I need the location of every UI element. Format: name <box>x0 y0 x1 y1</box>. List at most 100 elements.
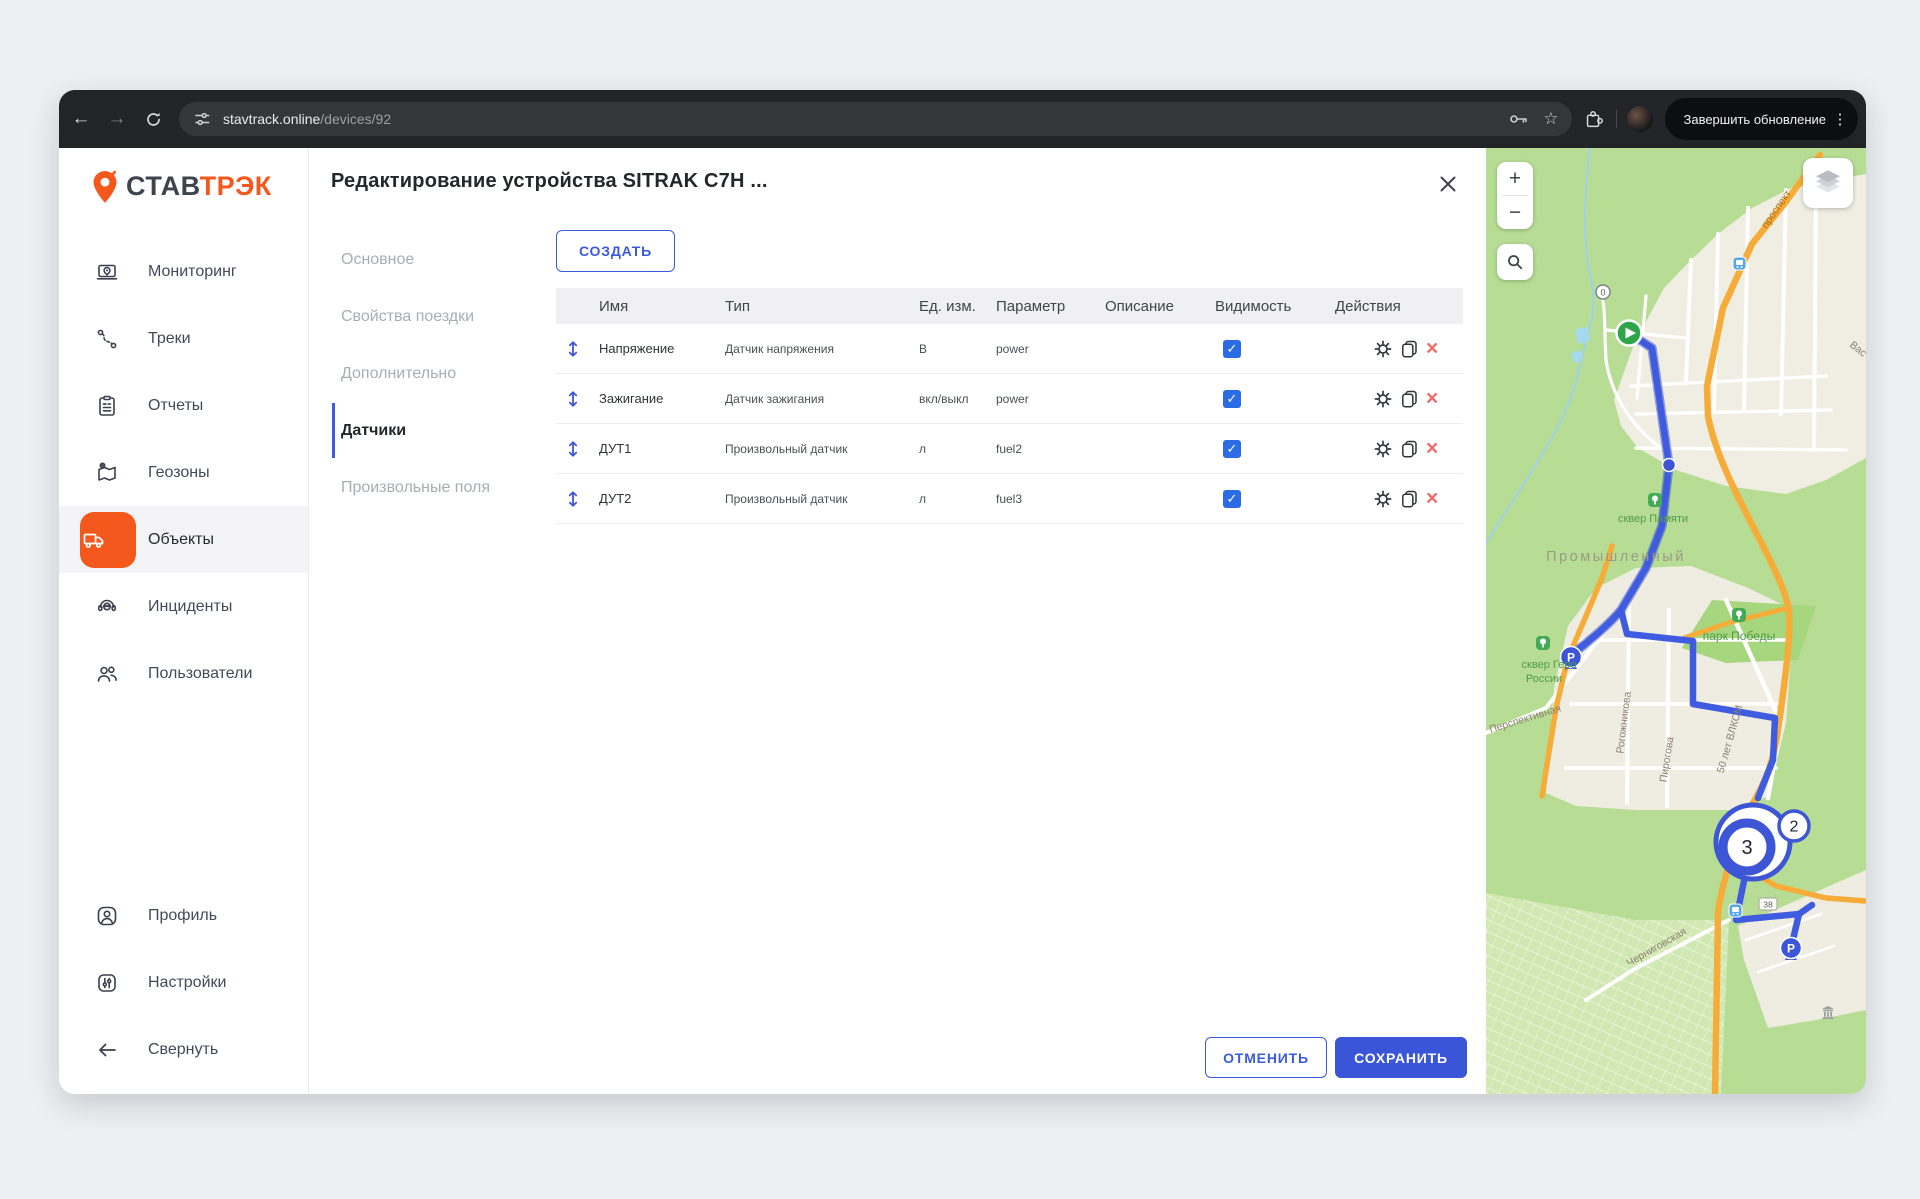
sensors-table: Имя Тип Ед. изм. Параметр Описание Видим… <box>556 288 1463 524</box>
zoom-in-button[interactable]: + <box>1497 162 1533 195</box>
sidebar-item-tracks[interactable]: Треки <box>59 305 308 372</box>
sensor-settings-icon[interactable] <box>1373 439 1393 459</box>
toolbar-separator <box>1616 110 1617 128</box>
table-row: Напряжение Датчик напряжения В power ✓ × <box>556 324 1463 374</box>
logo-pin-icon <box>90 168 120 206</box>
sensor-copy-icon[interactable] <box>1400 489 1419 508</box>
browser-window: ← → stavtrack.online/devices/92 ☆ Заверш… <box>59 90 1866 1094</box>
close-icon[interactable] <box>1436 172 1460 196</box>
sidebar-menu: Мониторинг Треки Отчеты Геозоны Объекты <box>59 238 308 707</box>
cell-param: power <box>988 342 1097 356</box>
route-start-marker[interactable] <box>1617 321 1642 346</box>
sidebar-item-incidents[interactable]: Инциденты <box>59 573 308 640</box>
tab-svoystva-poezdki[interactable]: Свойства поездки <box>309 288 556 345</box>
sidebar-item-reports[interactable]: Отчеты <box>59 372 308 439</box>
sensor-settings-icon[interactable] <box>1373 339 1393 359</box>
sensor-delete-icon[interactable]: × <box>1426 388 1438 409</box>
sensor-delete-icon[interactable]: × <box>1426 438 1438 459</box>
sidebar-item-geozones[interactable]: Геозоны <box>59 439 308 506</box>
tab-label: Датчики <box>341 422 406 440</box>
chrome-menu-icon[interactable]: ⋮ <box>1832 110 1848 128</box>
search-icon <box>1506 253 1524 271</box>
sensor-copy-icon[interactable] <box>1400 439 1419 458</box>
cell-param: fuel3 <box>988 492 1097 506</box>
sensor-delete-icon[interactable]: × <box>1426 338 1438 359</box>
tab-datchiki[interactable]: Датчики <box>309 402 556 459</box>
settings-icon <box>95 971 119 995</box>
tab-label: Основное <box>341 251 414 269</box>
table-row: ДУТ2 Произвольный датчик л fuel3 ✓ × <box>556 474 1463 524</box>
visibility-checkbox[interactable]: ✓ <box>1223 390 1241 408</box>
save-button[interactable]: СОХРАНИТЬ <box>1335 1037 1467 1078</box>
sidebar-item-settings[interactable]: Настройки <box>59 949 308 1016</box>
col-header-param: Параметр <box>988 298 1097 315</box>
cluster-count-small: 2 <box>1790 819 1799 836</box>
sensor-copy-icon[interactable] <box>1400 339 1419 358</box>
tab-content: СОЗДАТЬ Имя Тип Ед. изм. Параметр Описан… <box>556 215 1486 1094</box>
incidents-icon <box>95 595 119 619</box>
sensor-settings-icon[interactable] <box>1373 489 1393 509</box>
sidebar-item-collapse[interactable]: Свернуть <box>59 1016 308 1083</box>
tab-proizvolnye-polya[interactable]: Произвольные поля <box>309 459 556 516</box>
waypoint-zero-marker: 0 <box>1596 285 1610 299</box>
col-header-type: Тип <box>717 298 911 315</box>
col-header-name: Имя <box>589 298 717 315</box>
passwords-key-icon[interactable] <box>1507 108 1529 130</box>
sidebar-item-label: Профиль <box>148 907 217 925</box>
users-icon <box>95 662 119 686</box>
reload-icon[interactable] <box>139 105 167 133</box>
cell-type: Произвольный датчик <box>717 492 911 506</box>
page: ← → stavtrack.online/devices/92 ☆ Заверш… <box>0 0 1920 1199</box>
visibility-checkbox[interactable]: ✓ <box>1223 340 1241 358</box>
tab-dopolnitelno[interactable]: Дополнительно <box>309 345 556 402</box>
url-bar[interactable]: stavtrack.online/devices/92 ☆ <box>179 102 1572 136</box>
map[interactable]: 0 38 <box>1486 148 1866 1094</box>
drag-handle-icon[interactable] <box>556 339 589 359</box>
tab-osnovnoe[interactable]: Основное <box>309 231 556 288</box>
map-layers-button[interactable] <box>1803 158 1853 208</box>
drag-handle-icon[interactable] <box>556 389 589 409</box>
sidebar-item-monitoring[interactable]: Мониторинг <box>59 238 308 305</box>
tree-icon <box>1648 493 1662 507</box>
sidebar-item-users[interactable]: Пользователи <box>59 640 308 707</box>
sidebar-item-label: Мониторинг <box>148 263 237 281</box>
reports-icon <box>95 394 119 418</box>
sidebar-item-label: Настройки <box>148 974 226 992</box>
zoom-out-button[interactable]: − <box>1497 196 1533 229</box>
finish-update-button[interactable]: Завершить обновление ⋮ <box>1665 98 1858 140</box>
profile-avatar[interactable] <box>1627 106 1653 132</box>
visibility-checkbox[interactable]: ✓ <box>1223 440 1241 458</box>
forward-icon[interactable]: → <box>103 105 131 133</box>
monitoring-icon <box>95 260 119 284</box>
sidebar-item-label: Геозоны <box>148 464 210 482</box>
extensions-icon[interactable] <box>1582 107 1606 131</box>
app-logo[interactable]: СТАВТРЭК <box>59 148 308 225</box>
browser-toolbar: ← → stavtrack.online/devices/92 ☆ Заверш… <box>59 90 1866 148</box>
sidebar-item-label: Пользователи <box>148 665 252 683</box>
sensor-settings-icon[interactable] <box>1373 389 1393 409</box>
map-search-button[interactable] <box>1497 244 1533 280</box>
objects-active-tile <box>80 512 136 568</box>
sensor-copy-icon[interactable] <box>1400 389 1419 408</box>
drag-handle-icon[interactable] <box>556 489 589 509</box>
route-vertex-marker[interactable] <box>1663 459 1676 472</box>
cell-name: Зажигание <box>589 391 717 406</box>
create-button[interactable]: СОЗДАТЬ <box>556 230 675 272</box>
collapse-arrow-icon <box>95 1038 119 1062</box>
table-row: Зажигание Датчик зажигания вкл/выкл powe… <box>556 374 1463 424</box>
cell-unit: вкл/выкл <box>911 392 988 406</box>
district-label: Промышленный <box>1546 549 1686 565</box>
back-icon[interactable]: ← <box>67 105 95 133</box>
green-area-label: сквер Памяти <box>1618 513 1688 525</box>
sidebar-item-label: Отчеты <box>148 397 203 415</box>
tracks-icon <box>95 327 119 351</box>
drag-handle-icon[interactable] <box>556 439 589 459</box>
sidebar-item-profile[interactable]: Профиль <box>59 882 308 949</box>
bookmark-star-icon[interactable]: ☆ <box>1543 109 1558 129</box>
site-info-icon[interactable] <box>193 110 211 128</box>
sidebar-item-objects[interactable]: Объекты <box>59 506 308 573</box>
cell-type: Произвольный датчик <box>717 442 911 456</box>
sensor-delete-icon[interactable]: × <box>1426 488 1438 509</box>
cancel-button[interactable]: ОТМЕНИТЬ <box>1205 1037 1327 1078</box>
visibility-checkbox[interactable]: ✓ <box>1223 490 1241 508</box>
